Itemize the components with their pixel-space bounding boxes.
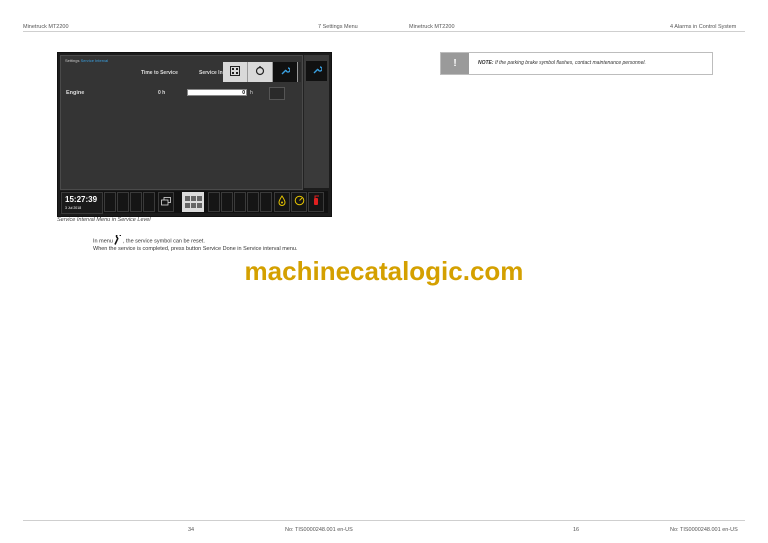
side-tab-service[interactable] (306, 61, 327, 81)
service-interval-unit: h (250, 90, 253, 96)
tab-calculator[interactable] (223, 62, 248, 82)
engine-warning-indicator (274, 192, 290, 212)
status-slot (117, 192, 129, 212)
note-message: If the parking brake symbol flashes, con… (493, 60, 646, 66)
wrench-icon (312, 62, 323, 80)
display-screenshot: Settings Service Interval Time to Servic… (57, 52, 332, 217)
service-indicator (291, 192, 307, 212)
alarm-indicator (308, 192, 324, 212)
tab-service[interactable] (273, 62, 298, 82)
status-slot (260, 192, 272, 212)
grid-cell (197, 196, 202, 201)
footer-doc-right: No: TIS0000248.001 en-US (670, 527, 738, 533)
footer-page-left: 34 (188, 527, 195, 533)
clock-date: 3 Jul 2018 (65, 206, 82, 210)
side-panel (303, 55, 329, 188)
footer-page-right: 16 (573, 527, 580, 533)
engine-oil-icon (277, 193, 287, 211)
main-menu-button[interactable] (182, 192, 204, 212)
breadcrumb-sub: Service Interval (80, 58, 109, 63)
header-divider (23, 31, 745, 32)
row-label-engine: Engine (66, 90, 85, 96)
figure-caption: Service Interval Menu in Service Level (57, 217, 151, 223)
status-slot (208, 192, 220, 212)
service-gauge-icon (294, 193, 305, 211)
note-box: ! NOTE: If the parking brake symbol flas… (440, 52, 713, 75)
grid-cell (185, 196, 190, 201)
note-text: NOTE: If the parking brake symbol flashe… (478, 60, 646, 66)
column-header-service-interval: Service In (199, 70, 223, 76)
header-product-right: Minetruck MT2200 (409, 24, 455, 30)
status-bar: 15:27:39 3 Jul 2018 (60, 191, 328, 214)
status-slot (234, 192, 246, 212)
clock: 15:27:39 3 Jul 2018 (61, 192, 103, 214)
gear-ring-icon (255, 63, 265, 81)
body-line-2: When the service is completed, press but… (93, 246, 298, 252)
clock-time: 15:27:39 (65, 195, 98, 204)
column-header-time-to-service: Time to Service (141, 70, 178, 76)
grid-cell (185, 202, 190, 208)
watermark: machinecatalogic.com (244, 256, 524, 286)
status-slot (130, 192, 142, 212)
grid-cell (197, 202, 202, 208)
status-slot (104, 192, 116, 212)
breadcrumb-main: Settings (65, 58, 80, 63)
grid-cell (191, 202, 196, 208)
body-line-1-prefix: In menu (93, 238, 113, 245)
calculator-icon (230, 63, 240, 81)
status-slot (143, 192, 155, 212)
fire-extinguisher-icon (311, 193, 321, 211)
service-interval-panel: Settings Service Interval Time to Servic… (60, 55, 303, 190)
body-line-1-suffix: , the service symbol can be reset. (122, 238, 205, 245)
header-section-left: 7 Settings Menu (318, 24, 358, 30)
screens-button[interactable] (158, 192, 174, 212)
footer-doc-left: No: TIS0000248.001 en-US (285, 527, 353, 533)
breadcrumb: Settings Service Interval (65, 58, 108, 63)
screens-icon (161, 193, 171, 211)
status-slot (221, 192, 233, 212)
wrench-icon (280, 63, 291, 81)
menu-tabs (223, 62, 301, 82)
grid-cell (191, 196, 196, 201)
note-label: NOTE: (478, 60, 494, 66)
footer-divider (23, 520, 745, 521)
service-done-button[interactable] (269, 87, 285, 100)
time-to-service-value: 0 h (158, 90, 166, 96)
service-interval-input[interactable]: 0 (187, 89, 247, 96)
header-section-right: 4 Alarms in Control System (670, 24, 737, 30)
tab-gear[interactable] (248, 62, 273, 82)
header-product-left: Minetruck MT2200 (23, 24, 69, 30)
note-exclamation-icon: ! (441, 53, 469, 74)
status-slot (247, 192, 259, 212)
